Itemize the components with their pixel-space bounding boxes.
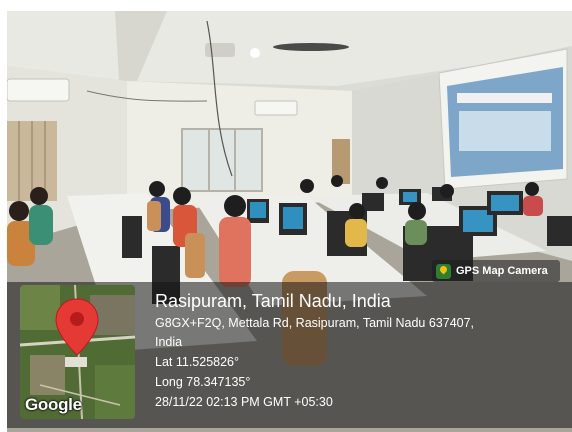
address-line-1: G8GX+F2Q, Mettala Rd, Rasipuram, Tamil N…: [155, 316, 475, 330]
gps-map-camera-label: GPS Map Camera: [456, 265, 548, 277]
map-thumbnail: Google: [20, 285, 135, 419]
google-map-attribution: Google: [25, 395, 82, 414]
address-line-2: India: [155, 335, 183, 349]
location-info: Rasipuram, Tamil Nadu, India G8GX+F2Q, M…: [155, 290, 565, 412]
gps-map-camera-badge: GPS Map Camera: [432, 260, 560, 282]
location-title: Rasipuram, Tamil Nadu, India: [155, 291, 391, 311]
longitude-text: Long 78.347135°: [155, 375, 251, 389]
latitude-text: Lat 11.525826°: [155, 355, 240, 369]
timestamp-text: 28/11/22 02:13 PM GMT +05:30: [155, 395, 333, 409]
location-overlay: Google Rasipuram, Tamil Nadu, India G8GX…: [7, 282, 572, 428]
gps-map-camera-app-icon: [436, 263, 451, 279]
photo-frame: GPS Map Camera Google Rasipuram, Tamil N…: [0, 0, 572, 432]
